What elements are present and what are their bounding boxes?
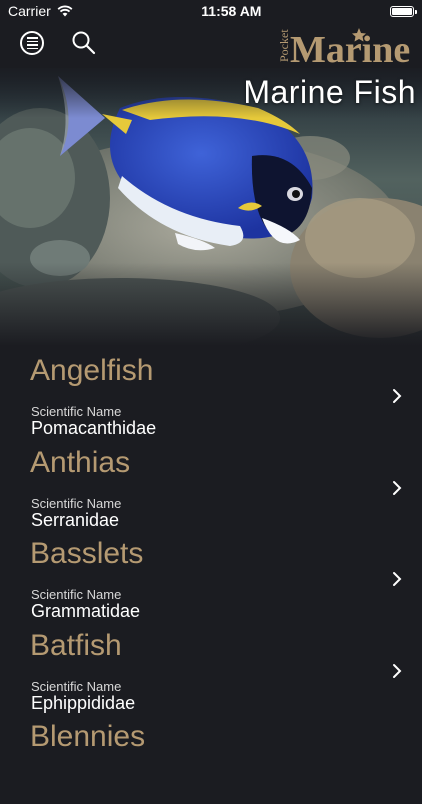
carrier-group: Carrier — [8, 3, 73, 19]
navigation-bar: Pocket Marine — [0, 22, 422, 68]
logo-main-text: Marine — [290, 29, 410, 66]
logo-small-text: Pocket — [277, 29, 291, 62]
chevron-right-icon — [393, 389, 402, 403]
scientific-name-value: Grammatidae — [31, 601, 141, 621]
list-item-blennies[interactable]: Blennies — [0, 712, 422, 804]
clock: 11:58 AM — [201, 3, 262, 19]
list-item-anthias[interactable]: Anthias Scientific Name Serranidae — [0, 438, 422, 530]
menu-line-icon — [26, 47, 38, 49]
hero-banner: Marine Fish — [0, 68, 422, 346]
wifi-icon — [57, 5, 73, 17]
scientific-name-label: Scientific Name — [31, 587, 122, 602]
category-name: Blennies — [30, 720, 146, 753]
menu-line-icon — [26, 37, 38, 39]
scientific-name-value: Serranidae — [31, 509, 120, 530]
menu-button[interactable] — [20, 31, 44, 55]
page-title: Marine Fish — [243, 74, 416, 110]
app-logo: Pocket Marine — [277, 28, 410, 66]
carrier-label: Carrier — [8, 3, 51, 19]
search-icon[interactable] — [70, 29, 98, 57]
scientific-name-value: Ephippididae — [31, 692, 136, 713]
scientific-name-label: Scientific Name — [31, 495, 122, 511]
battery-icon — [390, 5, 417, 17]
chevron-right-icon — [393, 663, 402, 678]
menu-line-icon — [26, 40, 38, 42]
list-item-angelfish[interactable]: Angelfish Scientific Name Pomacanthidae — [0, 346, 422, 438]
menu-line-icon — [26, 44, 38, 46]
scientific-name-label: Scientific Name — [31, 404, 122, 419]
list-item-batfish[interactable]: Batfish Scientific Name Ephippididae — [0, 621, 422, 713]
scientific-name-value: Pomacanthidae — [31, 418, 157, 438]
category-name: Anthias — [30, 445, 131, 479]
fish-category-list: Angelfish Scientific Name Pomacanthidae … — [0, 346, 422, 804]
list-item-basslets[interactable]: Basslets Scientific Name Grammatidae — [0, 529, 422, 621]
chevron-right-icon — [393, 480, 402, 495]
category-name: Batfish — [30, 628, 122, 662]
category-name: Angelfish — [30, 354, 154, 387]
status-bar: Carrier 11:58 AM — [0, 0, 422, 22]
scientific-name-label: Scientific Name — [31, 678, 122, 694]
chevron-right-icon — [393, 572, 402, 586]
category-name: Basslets — [30, 537, 144, 570]
